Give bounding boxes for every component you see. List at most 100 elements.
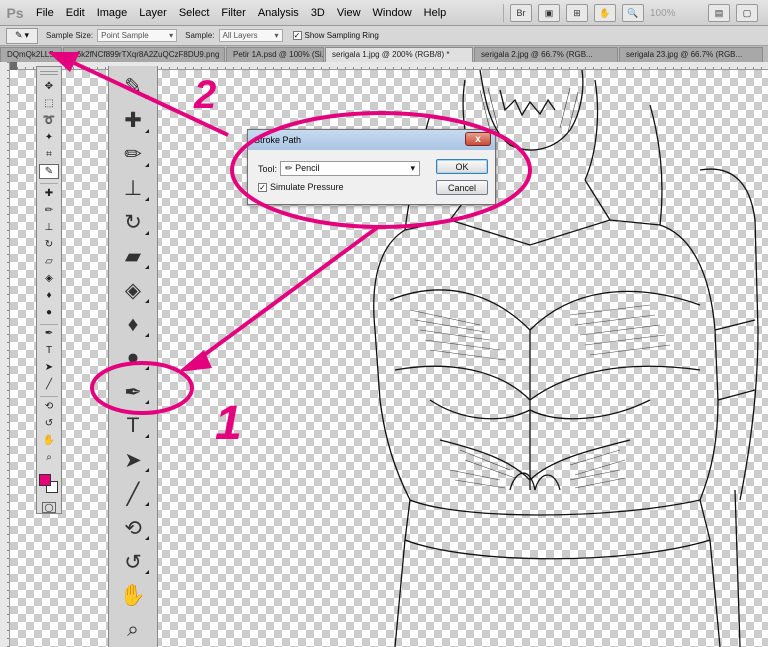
healing-brush-tool-large[interactable]: ✚ (113, 104, 153, 138)
grid-icon: ⊞ (573, 7, 581, 18)
brush-tool[interactable]: ✏ (39, 203, 59, 218)
minibridge-button[interactable]: ▣ (538, 4, 560, 22)
zoom-tool-button[interactable]: 🔍 (622, 4, 644, 22)
zoom-tool-large[interactable]: ⌕ (113, 613, 153, 647)
dodge-tool-large[interactable]: ● (113, 342, 153, 376)
blur-tool[interactable]: ♦ (39, 288, 59, 303)
stamp-icon: ⊥ (123, 177, 143, 201)
bandage-icon: ✚ (44, 187, 54, 199)
tab-document-1[interactable]: DQmQk2LL5... (0, 47, 62, 62)
menu-bar: Ps File Edit Image Layer Select Filter A… (0, 0, 768, 26)
menu-image[interactable]: Image (91, 7, 134, 19)
quick-select-icon: ✦ (44, 131, 54, 143)
clone-stamp-tool[interactable]: ⊥ (39, 220, 59, 235)
menu-help[interactable]: Help (418, 7, 453, 19)
marquee-icon: ⬚ (44, 97, 54, 109)
screen-mode-button[interactable]: ▢ (736, 4, 758, 22)
crop-tool[interactable]: ⌗ (39, 147, 59, 162)
brush-icon: ✏ (44, 204, 54, 216)
quick-mask-button[interactable]: ◯ (42, 501, 56, 514)
line-tool-large[interactable]: ╱ (113, 477, 153, 511)
sample-size-select[interactable]: Point Sample ▾ (97, 29, 178, 42)
path-selection-tool-large[interactable]: ➤ (113, 443, 153, 477)
menu-layer[interactable]: Layer (133, 7, 173, 19)
clone-stamp-tool-large[interactable]: ⊥ (113, 172, 153, 206)
show-sampling-ring-checkbox[interactable]: ✓ Show Sampling Ring (292, 31, 379, 40)
paint-bucket-tool-large[interactable]: ◈ (113, 274, 153, 308)
path-selection-tool[interactable]: ➤ (39, 360, 59, 375)
pen-tool[interactable]: ✒ (39, 326, 59, 341)
line-tool[interactable]: ╱ (39, 377, 59, 392)
tool-select[interactable]: ✏ Pencil ▾ (280, 161, 421, 176)
dialog-title-bar[interactable]: Stroke Path x (248, 130, 495, 150)
hand-tool-large[interactable]: ✋ (113, 579, 153, 613)
cancel-button[interactable]: Cancel (436, 180, 488, 195)
flyout-triangle-icon (145, 468, 149, 473)
arrange-documents-button[interactable]: ▤ (708, 4, 730, 22)
3d-orbit-tool[interactable]: ↺ (39, 416, 59, 431)
panel-grip[interactable] (40, 71, 58, 75)
extras-button[interactable]: ⊞ (566, 4, 588, 22)
ok-button[interactable]: OK (436, 159, 488, 174)
paint-bucket-tool[interactable]: ◈ (39, 271, 59, 286)
lasso-tool[interactable]: ➰ (39, 113, 59, 128)
bridge-button[interactable]: Br (510, 4, 532, 22)
brush-tool-large[interactable]: ✏ (113, 138, 153, 172)
zoom-tool[interactable]: ⌕ (39, 450, 59, 465)
tab-document-6[interactable]: serigala 23.jpg @ 66.7% (RGB... (619, 47, 763, 62)
tool-preset-picker[interactable]: ✎ ▾ (6, 27, 38, 44)
menu-filter[interactable]: Filter (215, 7, 251, 19)
flyout-triangle-icon (145, 230, 149, 235)
menu-edit[interactable]: Edit (60, 7, 91, 19)
bucket-icon: ◈ (124, 279, 142, 303)
quick-select-tool[interactable]: ✦ (39, 130, 59, 145)
3d-rotate-tool-large[interactable]: ⟲ (113, 511, 153, 545)
menu-analysis[interactable]: Analysis (252, 7, 305, 19)
foreground-color-swatch[interactable] (39, 474, 51, 487)
menu-select[interactable]: Select (173, 7, 216, 19)
tab-document-2[interactable]: ...6k2fNCf899rTXqr8A2ZuQCzF8DU9.png (63, 47, 225, 62)
sample-select[interactable]: All Layers ▾ (218, 29, 283, 42)
pencil-icon: ✏ (285, 163, 296, 173)
hand-button[interactable]: ✋ (594, 4, 616, 22)
menu-window[interactable]: Window (367, 7, 418, 19)
history-brush-tool[interactable]: ↻ (39, 237, 59, 252)
chevron-down-icon: ▾ (24, 30, 30, 40)
marquee-tool[interactable]: ⬚ (39, 96, 59, 111)
hand-tool[interactable]: ✋ (39, 433, 59, 448)
eyedropper-icon: ✎ (124, 75, 142, 99)
simulate-pressure-checkbox[interactable]: ✓ Simulate Pressure (258, 182, 344, 192)
3d-orbit-icon: ↺ (44, 418, 54, 430)
tab-document-5[interactable]: serigala 2.jpg @ 66.7% (RGB... (474, 47, 618, 62)
color-swatches[interactable] (38, 473, 60, 494)
eraser-tool-large[interactable]: ▰ (113, 240, 153, 274)
type-tool-large[interactable]: T (113, 409, 153, 443)
close-button[interactable]: x (465, 132, 491, 146)
move-tool[interactable]: ✥ (39, 79, 59, 94)
eraser-icon: ▱ (45, 255, 53, 267)
lasso-icon: ➰ (42, 114, 56, 126)
eraser-tool[interactable]: ▱ (39, 254, 59, 269)
3d-rotate-tool[interactable]: ⟲ (39, 399, 59, 414)
hand-icon: ✋ (119, 584, 147, 608)
menu-file[interactable]: File (30, 7, 60, 19)
bucket-icon: ◈ (45, 272, 53, 284)
menu-view[interactable]: View (331, 7, 367, 19)
tab-document-4[interactable]: serigala 1.jpg @ 200% (RGB/8) * (325, 47, 473, 62)
blur-tool-large[interactable]: ♦ (113, 308, 153, 342)
dodge-icon: ● (126, 346, 140, 370)
dodge-tool[interactable]: ● (39, 305, 59, 320)
type-tool[interactable]: T (39, 343, 59, 358)
tab-document-3[interactable]: Petir 1A.psd @ 100% (Si... (226, 47, 324, 62)
pen-tool-large[interactable]: ✒ (113, 375, 153, 409)
history-brush-tool-large[interactable]: ↻ (113, 206, 153, 240)
history-brush-icon: ↻ (124, 211, 142, 235)
type-icon: T (126, 414, 140, 438)
menu-3d[interactable]: 3D (305, 7, 331, 19)
3d-orbit-tool-large[interactable]: ↺ (113, 545, 153, 579)
eyedropper-tool-large[interactable]: ✎ (113, 70, 153, 104)
zoom-level[interactable]: 100% (650, 8, 702, 19)
healing-brush-tool[interactable]: ✚ (39, 186, 59, 201)
tool-row: Tool: ✏ Pencil ▾ (258, 161, 421, 176)
eyedropper-tool[interactable]: ✎ (39, 163, 59, 179)
